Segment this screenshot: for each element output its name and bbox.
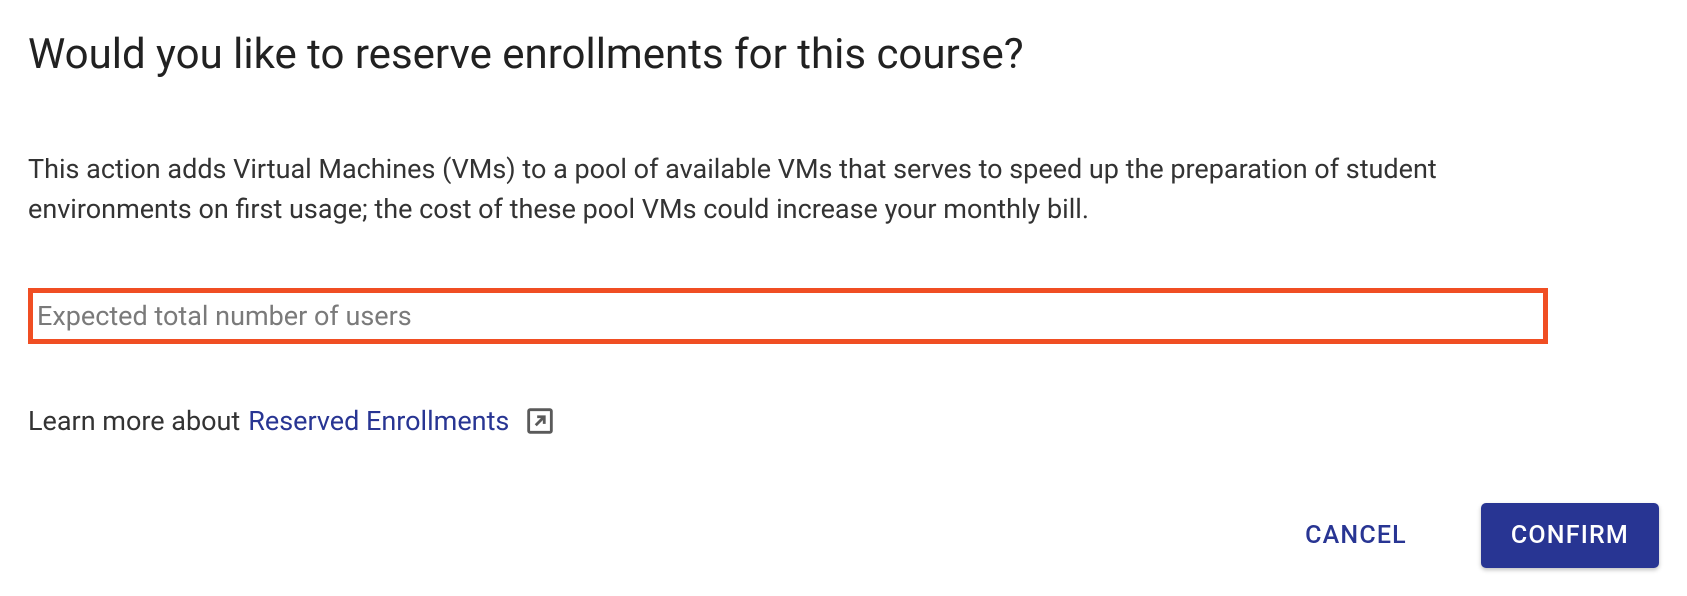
cancel-button[interactable]: CANCEL [1275, 503, 1437, 568]
learn-more-prefix: Learn more about [28, 405, 240, 437]
expected-users-input[interactable] [33, 293, 1543, 339]
confirm-button[interactable]: CONFIRM [1481, 503, 1659, 568]
dialog-description: This action adds Virtual Machines (VMs) … [28, 150, 1588, 230]
external-link-icon [523, 404, 557, 438]
dialog-title: Would you like to reserve enrollments fo… [28, 30, 1659, 80]
reserved-enrollments-link[interactable]: Reserved Enrollments [248, 405, 509, 437]
dialog-actions: CANCEL CONFIRM [1275, 503, 1659, 568]
users-input-wrapper [28, 288, 1548, 344]
learn-more-row: Learn more about Reserved Enrollments [28, 404, 1659, 438]
